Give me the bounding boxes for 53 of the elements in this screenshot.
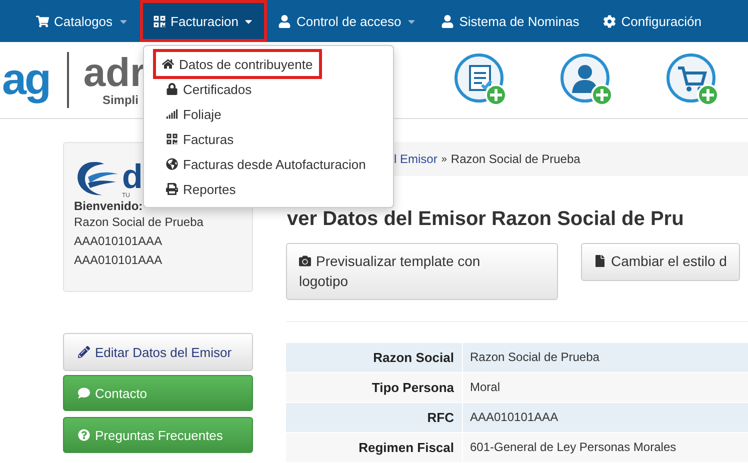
brand-tagline: Simpli xyxy=(102,93,138,107)
detail-label: Tipo Persona xyxy=(286,373,463,402)
profile-text: AAA010101AAA xyxy=(74,252,164,269)
action-button[interactable]: Previsualizar template con logotipo xyxy=(286,243,558,300)
logo-letter: d xyxy=(122,161,143,193)
cart-icon xyxy=(36,14,49,28)
profile-text: Razon Social de Prueba xyxy=(74,214,204,231)
printer-icon xyxy=(166,183,178,195)
dropdown-item[interactable]: Certificados xyxy=(148,77,270,101)
profile-text: AAA010101AAA xyxy=(74,233,164,250)
dropdown-item[interactable]: Datos de contribuyente xyxy=(156,52,319,76)
dropdown-item[interactable]: Reportes xyxy=(148,177,254,201)
action-button[interactable]: Cambiar el estilo d xyxy=(581,243,740,281)
signal-bars-icon xyxy=(166,108,178,120)
detail-label: RFC xyxy=(286,403,463,432)
pencil-icon xyxy=(78,346,90,358)
detail-value: Moral xyxy=(463,373,748,402)
detail-value: Razon Social de Prueba xyxy=(463,343,748,372)
nav-menu-item[interactable]: Catalogos xyxy=(26,3,139,39)
dropdown-item[interactable]: Foliaje xyxy=(148,102,240,126)
nav-menu-item[interactable]: Control de acceso xyxy=(268,3,428,39)
user-icon xyxy=(441,14,454,28)
detail-label: Regimen Fiscal xyxy=(286,433,463,462)
breadcrumb-current: Razon Social de Prueba xyxy=(450,152,580,166)
page-title: ver Datos del Emisor Razon Social de Pru xyxy=(287,208,685,231)
add-invoice-icon[interactable] xyxy=(454,53,508,107)
speech-bubble-icon xyxy=(78,387,90,399)
question-icon xyxy=(78,429,90,441)
dropdown-item[interactable]: Facturas desde Autofacturacion xyxy=(148,152,384,176)
logo-mark: ag xyxy=(2,55,50,105)
home-icon xyxy=(162,58,174,70)
detail-label: Razon Social xyxy=(286,343,463,372)
detail-value: AAA010101AAA xyxy=(463,403,748,432)
add-user-icon[interactable] xyxy=(560,53,614,107)
welcome-label: Bienvenido: xyxy=(74,199,144,213)
dropdown-item[interactable]: Facturas xyxy=(148,127,252,151)
breadcrumb-separator: » xyxy=(441,154,447,164)
sidebar-button[interactable]: Editar Datos del Emisor xyxy=(63,333,253,371)
detail-value: 601-General de Ley Personas Morales xyxy=(463,433,748,462)
add-cart-icon[interactable] xyxy=(666,53,720,107)
settings-icon xyxy=(603,14,616,28)
qr-code-icon xyxy=(166,133,178,145)
qr-code-icon xyxy=(152,14,166,28)
globe-icon xyxy=(166,158,178,170)
user-icon xyxy=(278,14,292,28)
nav-menu-item[interactable]: Facturacion xyxy=(142,3,264,39)
file-icon xyxy=(594,255,606,267)
brand-name: adr xyxy=(83,53,146,93)
breadcrumb-link[interactable]: l Emisor xyxy=(394,152,438,166)
nav-menu-item[interactable]: Sistema de Nominas xyxy=(431,3,590,39)
lock-icon xyxy=(166,83,178,95)
camera-icon xyxy=(299,255,311,267)
nav-menu-item[interactable]: Configuración xyxy=(593,3,712,39)
